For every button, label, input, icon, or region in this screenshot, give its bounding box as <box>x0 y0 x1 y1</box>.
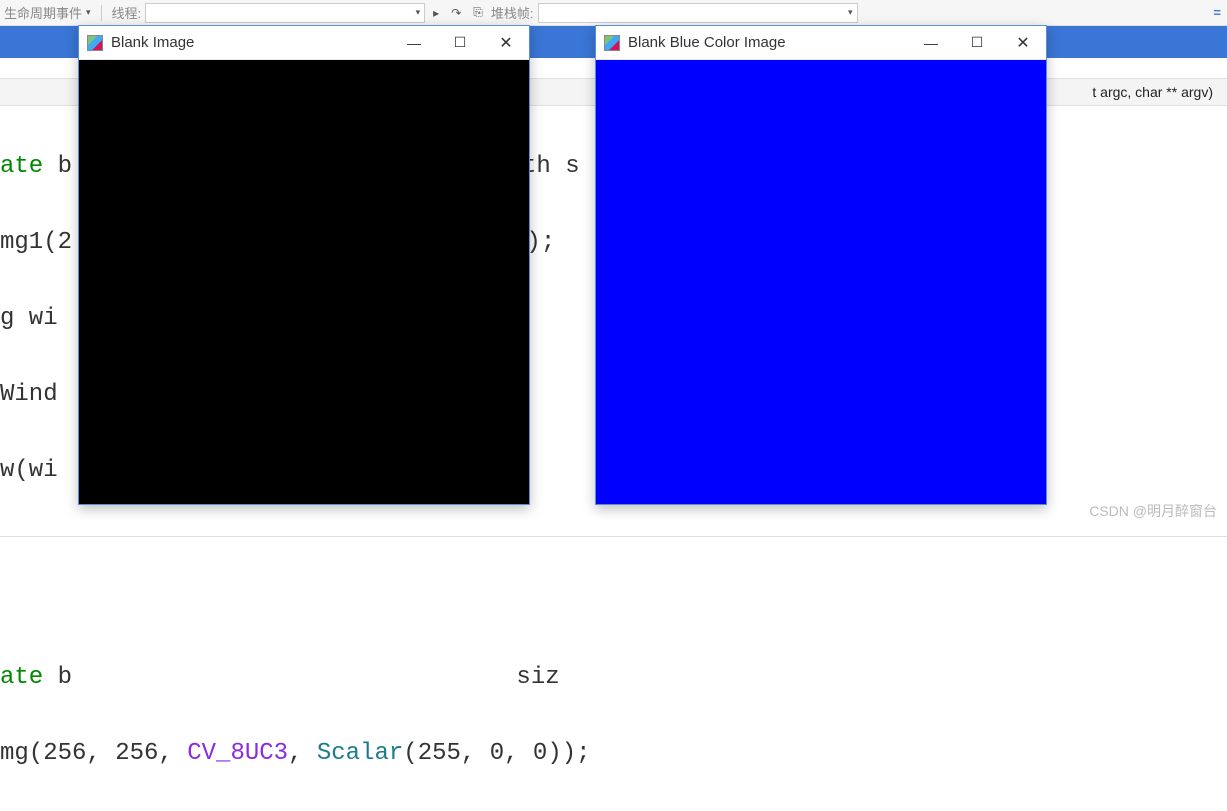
process-icon[interactable]: ⎘ <box>469 5 487 20</box>
image-canvas-black <box>79 60 529 504</box>
chevron-down-icon: ▾ <box>848 7 853 18</box>
toolbar-label-lifecycle: 生命周期事件 <box>4 3 82 22</box>
code-text: Scalar <box>317 740 403 767</box>
code-text: mg(256, 256, <box>0 740 187 767</box>
titlebar[interactable]: Blank Image — ☐ ✕ <box>79 26 529 60</box>
function-signature-fragment: t argc, char ** argv) <box>1092 84 1213 100</box>
window-controls: — ☐ ✕ <box>391 26 529 59</box>
close-button[interactable]: ✕ <box>1000 26 1046 59</box>
code-text: g wi <box>0 305 58 332</box>
separator <box>101 5 102 21</box>
code-text: ate <box>0 153 58 180</box>
minimize-button[interactable]: — <box>391 26 437 59</box>
maximize-button[interactable]: ☐ <box>437 26 483 59</box>
window-controls: — ☐ ✕ <box>908 26 1046 59</box>
code-text: w(wi <box>0 457 58 484</box>
code-text: b <box>58 664 72 691</box>
code-text: siz <box>502 664 560 691</box>
code-text: mg1(2 <box>0 229 72 256</box>
code-text: ate <box>0 664 58 691</box>
app-icon <box>87 35 103 51</box>
image-canvas-blue <box>596 60 1046 504</box>
opencv-window-blank-blue-image[interactable]: Blank Blue Color Image — ☐ ✕ <box>595 25 1047 505</box>
titlebar[interactable]: Blank Blue Color Image — ☐ ✕ <box>596 26 1046 60</box>
step-over-icon[interactable]: ↷ <box>447 6 465 20</box>
code-text: CV_8UC3 <box>187 740 288 767</box>
code-text: Wind <box>0 381 58 408</box>
app-icon <box>604 35 620 51</box>
toolbar: 生命周期事件 ▾ 线程: ▾ ▸ ↷ ⎘ 堆栈帧: ▾ = <box>0 0 1227 26</box>
code-text: (255, 0, 0)); <box>403 740 590 767</box>
maximize-button[interactable]: ☐ <box>954 26 1000 59</box>
toolbar-label-thread: 线程: <box>112 3 142 22</box>
code-text: , <box>288 740 317 767</box>
window-title: Blank Image <box>111 34 391 51</box>
toolbar-label-stack: 堆栈帧: <box>491 3 534 22</box>
code-text: b <box>58 153 72 180</box>
stack-dropdown[interactable]: ▾ <box>538 3 858 23</box>
code-text: th s <box>522 153 580 180</box>
chevron-down-icon: ▾ <box>416 7 421 18</box>
opencv-window-blank-image[interactable]: Blank Image — ☐ ✕ <box>78 25 530 505</box>
close-button[interactable]: ✕ <box>483 26 529 59</box>
thread-dropdown[interactable]: ▾ <box>145 3 425 23</box>
step-icon[interactable]: ▸ <box>429 6 443 20</box>
minimize-button[interactable]: — <box>908 26 954 59</box>
settings-icon[interactable]: = <box>1213 5 1221 20</box>
chevron-down-icon[interactable]: ▾ <box>86 7 91 18</box>
watermark: CSDN @明月醉窗台 <box>1089 501 1217 521</box>
window-title: Blank Blue Color Image <box>628 34 908 51</box>
editor-divider <box>0 536 1227 537</box>
